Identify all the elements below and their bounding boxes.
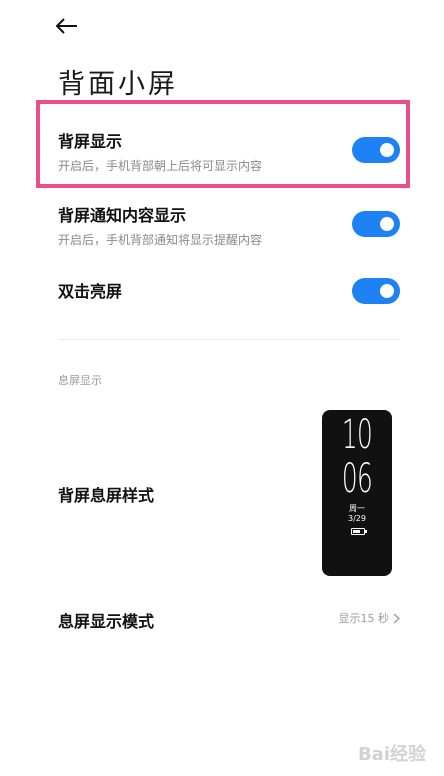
setting-subtitle: 开启后，手机背部通知将显示提醒内容: [58, 233, 263, 247]
setting-title: 背屏显示: [58, 132, 123, 151]
aod-mode-value-text: 显示15 秒: [338, 612, 390, 625]
back-button[interactable]: [52, 14, 82, 38]
toggle-knob: [380, 143, 394, 157]
preview-date: 3/29: [348, 514, 366, 523]
aod-mode-label[interactable]: 息屏显示模式: [58, 608, 154, 632]
setting-title: 双击亮屏: [58, 282, 123, 301]
back-notification-toggle[interactable]: [352, 211, 400, 237]
setting-double-tap-wake[interactable]: 双击亮屏: [58, 282, 400, 302]
preview-hour: 10: [341, 412, 373, 458]
setting-back-screen-display[interactable]: 背屏显示 开启后，手机背部朝上后将可显示内容: [58, 132, 400, 174]
aod-mode-value[interactable]: 显示15 秒: [339, 610, 401, 626]
toggle-knob: [380, 284, 394, 298]
arrow-left-icon: [56, 18, 77, 34]
setting-subtitle: 开启后，手机背部朝上后将可显示内容: [58, 159, 263, 173]
chevron-right-icon: [393, 613, 400, 623]
preview-minute: 06: [341, 456, 373, 502]
double-tap-wake-toggle[interactable]: [352, 278, 400, 304]
page-title: 背面小屏: [58, 69, 178, 100]
toggle-knob: [380, 217, 394, 231]
divider: [58, 339, 400, 340]
aod-style-label[interactable]: 背屏息屏样式: [58, 482, 154, 506]
battery-icon: [351, 528, 367, 535]
setting-back-notification-display[interactable]: 背屏通知内容显示 开启后，手机背部通知将显示提醒内容: [58, 206, 400, 248]
back-screen-display-toggle[interactable]: [352, 137, 400, 163]
section-label: 息屏显示: [58, 374, 102, 387]
aod-style-preview[interactable]: 10 06 周一 3/29: [322, 410, 392, 576]
preview-weekday: 周一: [349, 504, 365, 513]
setting-title: 背屏通知内容显示: [58, 206, 187, 225]
watermark: Bai经验: [357, 744, 426, 765]
